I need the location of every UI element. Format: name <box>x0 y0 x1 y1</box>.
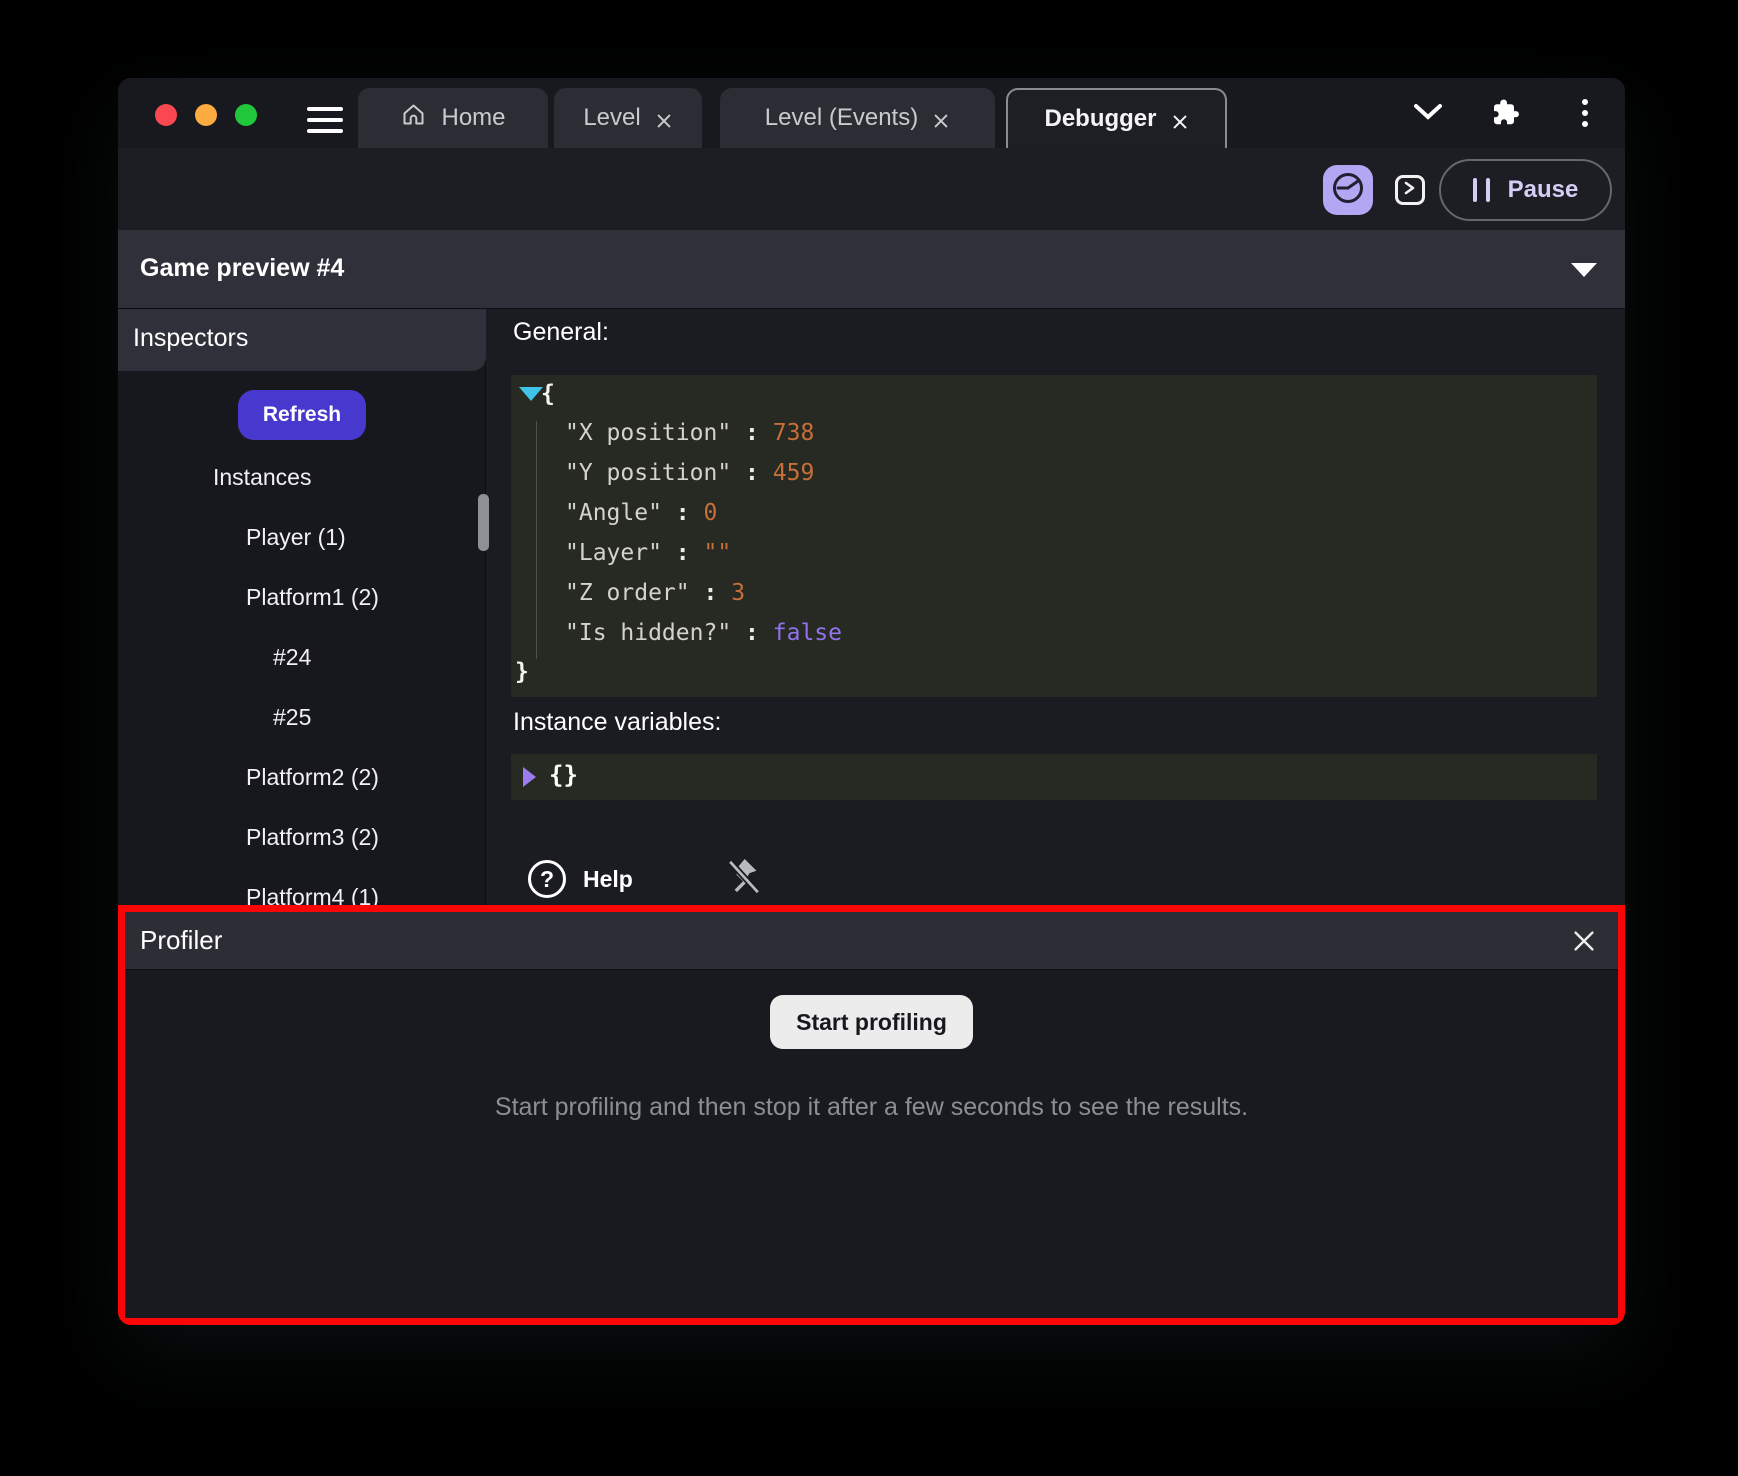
property-x-position: "X position" : 738 <box>565 413 814 453</box>
more-options-kebab-icon[interactable] <box>1582 99 1589 131</box>
property-z-order: "Z order" : 3 <box>565 573 745 613</box>
sidebar-scrollbar-thumb[interactable] <box>478 494 489 551</box>
speedometer-icon <box>1330 170 1366 211</box>
property-layer: "Layer" : "" <box>565 533 731 573</box>
property-y-position: "Y position" : 459 <box>565 453 814 493</box>
profiler-toggle-button[interactable] <box>1323 165 1373 215</box>
game-preview-selector[interactable]: Game preview #4 <box>118 230 1625 309</box>
profiler-message: Start profiling and then stop it after a… <box>495 1093 1248 1122</box>
property-is-hidden: "Is hidden?" : false <box>565 613 842 653</box>
close-icon[interactable] <box>1171 110 1189 128</box>
json-close-brace: } <box>515 653 529 691</box>
home-icon <box>400 101 427 135</box>
indent-guide <box>536 421 537 659</box>
general-section-label: General: <box>513 318 609 347</box>
inspectors-header: Inspectors <box>118 309 486 371</box>
tab-level-events[interactable]: Level (Events) <box>720 88 995 148</box>
close-icon[interactable] <box>655 109 673 127</box>
profiler-title: Profiler <box>140 925 222 956</box>
close-icon[interactable] <box>1572 929 1596 953</box>
profiler-panel: Profiler Start profiling Start profiling… <box>118 905 1625 1325</box>
dropdown-caret-icon <box>1571 263 1597 277</box>
chevron-down-icon[interactable] <box>1412 102 1444 127</box>
traffic-light-zoom[interactable] <box>235 104 257 126</box>
sidebar-item-instances[interactable]: Instances <box>213 462 311 492</box>
title-bar: Home Level Level (Events) Debugger <box>118 78 1625 148</box>
sidebar-item-instance-25[interactable]: #25 <box>273 702 311 732</box>
pause-label: Pause <box>1508 176 1579 204</box>
pause-button[interactable]: Pause <box>1439 159 1612 221</box>
hamburger-menu-icon[interactable] <box>307 107 343 133</box>
question-mark-icon: ? <box>528 860 566 898</box>
json-open-brace: { <box>541 375 555 413</box>
instance-variables-row[interactable]: {} <box>511 754 1597 800</box>
collapse-triangle-icon[interactable] <box>519 387 543 401</box>
sidebar-item-instance-24[interactable]: #24 <box>273 642 311 672</box>
instance-variables-value: {} <box>549 761 578 789</box>
tab-level[interactable]: Level <box>554 88 702 148</box>
extensions-puzzle-icon[interactable] <box>1490 97 1522 134</box>
console-button[interactable] <box>1395 175 1425 205</box>
inspectors-title: Inspectors <box>133 324 248 353</box>
start-profiling-button[interactable]: Start profiling <box>770 995 973 1049</box>
unpin-icon[interactable] <box>726 856 762 903</box>
profiler-header: Profiler <box>125 912 1618 970</box>
app-window: Home Level Level (Events) Debugger <box>118 78 1625 1325</box>
tab-label: Level <box>583 104 640 132</box>
tab-home[interactable]: Home <box>358 88 548 148</box>
chevron-right-icon <box>1403 180 1417 201</box>
traffic-light-close[interactable] <box>155 104 177 126</box>
sidebar-item-platform1[interactable]: Platform1 (2) <box>246 582 379 612</box>
general-properties-json: { "X position" : 738 "Y position" : 459 … <box>511 375 1597 697</box>
instance-variables-label: Instance variables: <box>513 708 721 737</box>
tab-label: Home <box>441 104 505 132</box>
tab-label: Level (Events) <box>765 104 918 132</box>
debugger-toolbar: Pause <box>118 148 1625 230</box>
pause-icon <box>1473 178 1490 202</box>
close-icon[interactable] <box>932 109 950 127</box>
profiler-body: Start profiling Start profiling and then… <box>125 971 1618 1318</box>
tab-label: Debugger <box>1044 105 1156 133</box>
tab-debugger[interactable]: Debugger <box>1006 88 1227 148</box>
help-button[interactable]: ? Help <box>528 860 633 898</box>
expand-triangle-icon[interactable] <box>523 767 536 787</box>
sidebar-item-platform2[interactable]: Platform2 (2) <box>246 762 379 792</box>
game-preview-title: Game preview #4 <box>140 254 344 283</box>
sidebar-item-player[interactable]: Player (1) <box>246 522 346 552</box>
traffic-light-minimize[interactable] <box>195 104 217 126</box>
refresh-button[interactable]: Refresh <box>238 390 366 440</box>
sidebar-item-platform3[interactable]: Platform3 (2) <box>246 822 379 852</box>
property-angle: "Angle" : 0 <box>565 493 717 533</box>
help-label: Help <box>583 866 633 893</box>
